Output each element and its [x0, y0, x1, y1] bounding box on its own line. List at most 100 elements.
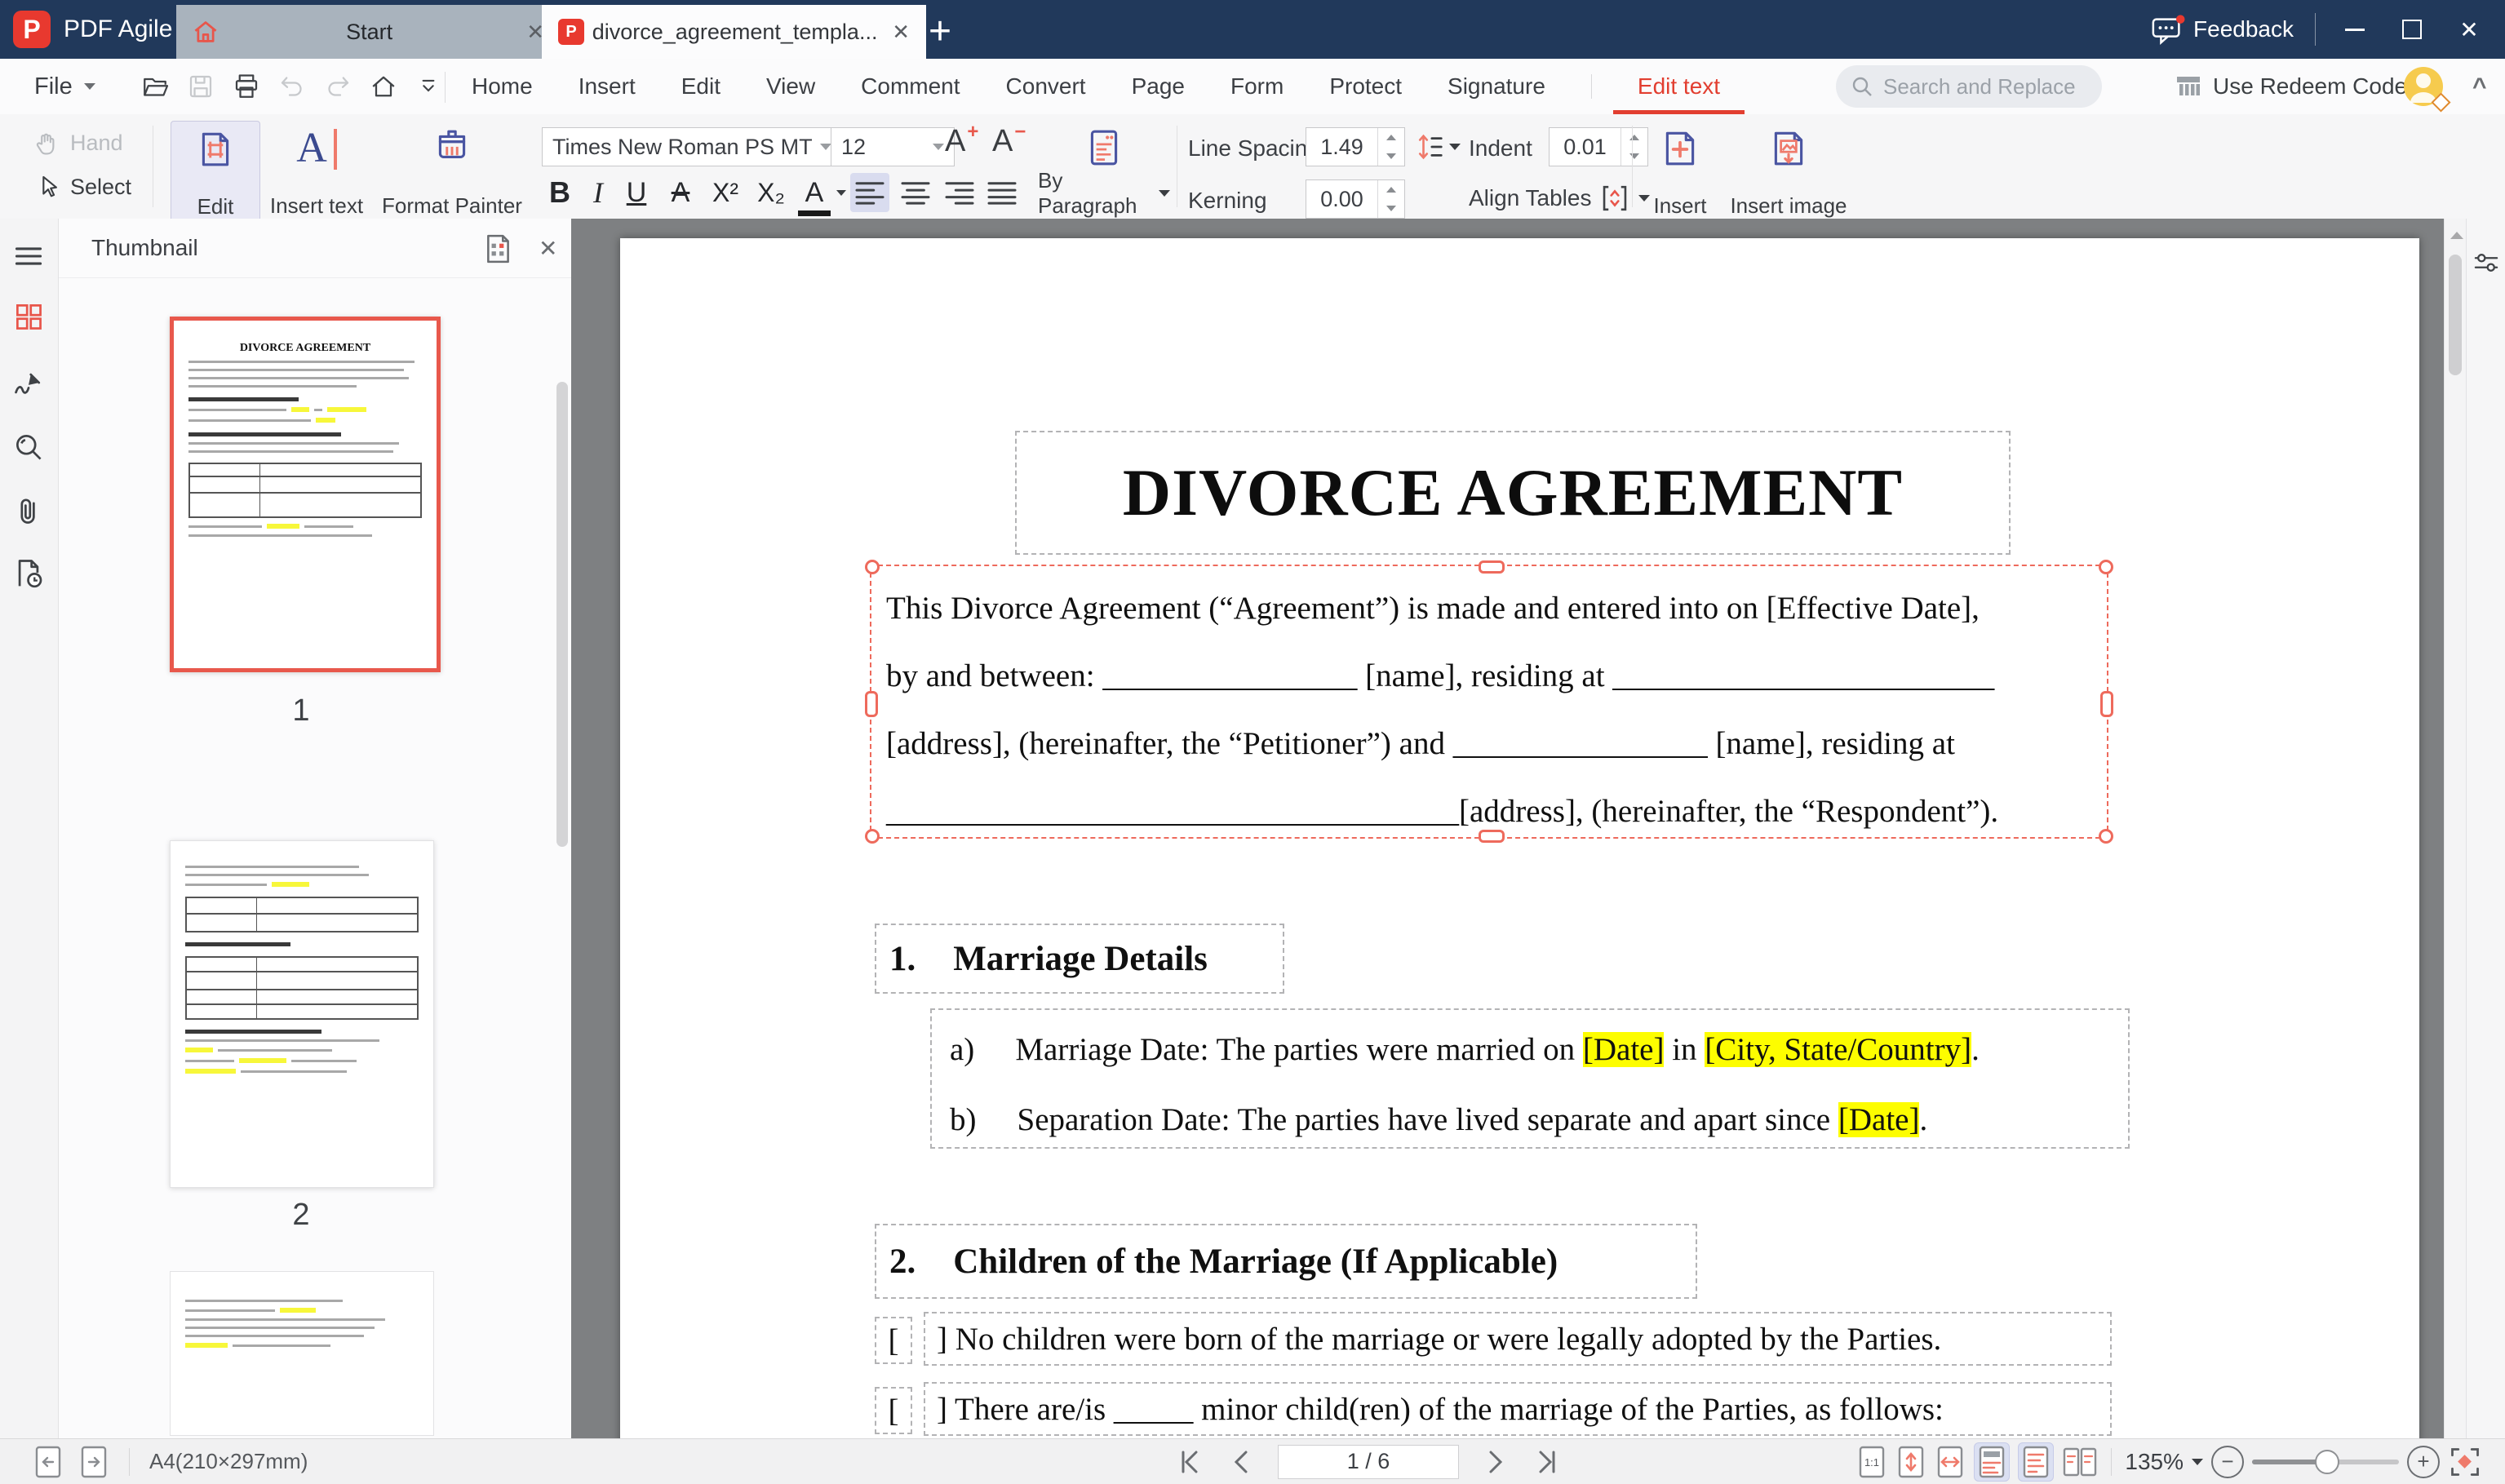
properties-panel-icon[interactable] — [2472, 248, 2501, 277]
selection-handle[interactable] — [1479, 560, 1505, 574]
two-page-view-icon[interactable] — [2062, 1445, 2098, 1479]
search-panel-icon[interactable] — [12, 431, 45, 463]
kerning-arrows[interactable] — [1377, 180, 1404, 218]
insert-text-button[interactable]: A Insert text — [265, 121, 368, 225]
underline-button[interactable]: U — [618, 171, 654, 214]
edit-mode-button[interactable]: Edit — [171, 121, 260, 227]
feedback-button[interactable]: Feedback — [2151, 13, 2294, 46]
home-page-icon[interactable] — [369, 72, 398, 101]
tab-page[interactable]: Page — [1132, 73, 1185, 100]
italic-button[interactable]: I — [584, 171, 612, 214]
tab-document-close-icon[interactable]: ✕ — [892, 20, 910, 45]
align-tables-button[interactable]: Align Tables — [1469, 183, 1651, 214]
shrink-font-button[interactable]: A − — [992, 121, 1026, 159]
pdf-page[interactable]: DIVORCE AGREEMENT This Divorce Agreement… — [620, 238, 2419, 1439]
fit-width-icon[interactable] — [1935, 1445, 1966, 1479]
selection-handle[interactable] — [2099, 560, 2113, 574]
thumbnail-scrollbar[interactable] — [556, 382, 568, 847]
vertical-scrollbar[interactable] — [2444, 219, 2467, 1439]
close-button[interactable]: ✕ — [2451, 11, 2487, 47]
tab-signature[interactable]: Signature — [1448, 73, 1545, 100]
previous-page-icon[interactable] — [1227, 1447, 1257, 1477]
signature-panel-icon[interactable] — [12, 367, 45, 400]
font-size-dropdown[interactable]: 12 — [831, 127, 955, 166]
checkbox1-text-block[interactable]: ] No children were born of the marriage … — [924, 1312, 2112, 1366]
insert-image-button[interactable]: Insert image — [1720, 121, 1857, 225]
hand-tool-button[interactable]: Hand — [34, 129, 123, 157]
last-page-icon[interactable] — [1531, 1447, 1560, 1477]
kerning-stepper[interactable]: 0.00 — [1306, 179, 1405, 219]
grow-font-button[interactable]: A + — [945, 121, 978, 159]
scrollbar-thumb[interactable] — [2449, 255, 2462, 375]
panel-menu-icon[interactable] — [12, 240, 45, 272]
zoom-level-dropdown[interactable]: 135% — [2125, 1449, 2184, 1475]
tab-insert[interactable]: Insert — [579, 73, 636, 100]
font-family-dropdown[interactable]: Times New Roman PS MT — [542, 127, 842, 166]
continuous-scroll-button[interactable] — [1974, 1442, 2011, 1482]
user-avatar[interactable] — [2404, 67, 2451, 113]
file-menu[interactable]: File — [34, 59, 95, 114]
fullscreen-icon[interactable] — [2448, 1445, 2482, 1479]
page-indicator-input[interactable]: 1 / 6 — [1278, 1444, 1459, 1479]
open-file-icon[interactable] — [140, 72, 170, 101]
tab-edit[interactable]: Edit — [681, 73, 720, 100]
collapse-ribbon-button[interactable]: ^ — [2472, 73, 2487, 101]
line-spacing-arrows[interactable] — [1377, 128, 1404, 166]
tab-convert[interactable]: Convert — [1006, 73, 1086, 100]
tab-start[interactable]: Start ✕ — [176, 5, 561, 59]
first-page-icon[interactable] — [1177, 1447, 1206, 1477]
fit-page-icon[interactable] — [1895, 1445, 1926, 1479]
zoom-out-button[interactable]: − — [2211, 1445, 2244, 1478]
print-icon[interactable] — [232, 72, 261, 101]
save-icon[interactable] — [186, 72, 215, 101]
bold-button[interactable]: B — [542, 171, 578, 214]
thumbnail-panel-icon[interactable] — [12, 300, 45, 333]
zoom-slider[interactable] — [2252, 1449, 2399, 1474]
new-tab-button[interactable]: + — [916, 7, 964, 55]
strikethrough-button[interactable]: A — [663, 171, 698, 214]
minimize-button[interactable] — [2337, 11, 2373, 47]
section1-items-block[interactable]: a) Marriage Date: The parties were marri… — [930, 1008, 2130, 1149]
font-color-button[interactable]: A — [798, 175, 831, 216]
checkbox2-bracket-block[interactable]: [ — [875, 1387, 912, 1434]
next-view-icon[interactable] — [78, 1445, 109, 1479]
maximize-button[interactable] — [2394, 11, 2430, 47]
superscript-button[interactable]: X² — [705, 171, 746, 214]
tab-home[interactable]: Home — [472, 73, 533, 100]
selection-handle[interactable] — [865, 560, 880, 574]
attachment-panel-icon[interactable] — [12, 494, 45, 527]
format-painter-button[interactable]: Format Painter — [371, 121, 533, 225]
thumbnail-page-1[interactable]: DIVORCE AGREEMENT — [170, 317, 441, 672]
tab-edit-text-active[interactable]: Edit text — [1612, 73, 1745, 114]
line-spacing-options-button[interactable] — [1417, 132, 1461, 162]
toolbar-collapse-icon[interactable] — [415, 72, 442, 101]
search-and-replace-input[interactable]: Search and Replace — [1836, 65, 2102, 108]
subscript-button[interactable]: X₂ — [751, 171, 791, 214]
selection-handle[interactable] — [2100, 691, 2113, 717]
actual-size-icon[interactable]: 1:1 — [1856, 1445, 1887, 1479]
by-paragraph-button[interactable]: By Paragraph — [1035, 121, 1173, 225]
zoom-in-button[interactable]: + — [2407, 1445, 2440, 1478]
selection-handle[interactable] — [865, 691, 878, 717]
align-left-button[interactable] — [850, 173, 889, 212]
tab-form[interactable]: Form — [1230, 73, 1284, 100]
thumbnail-page-2[interactable] — [170, 840, 434, 1188]
section2-heading-block[interactable]: 2. Children of the Marriage (If Applicab… — [875, 1224, 1697, 1299]
select-tool-button[interactable]: Select — [34, 173, 131, 201]
chevron-down-icon[interactable] — [2192, 1458, 2203, 1465]
document-title-block[interactable]: DIVORCE AGREEMENT — [1015, 431, 2011, 555]
selection-handle[interactable] — [2099, 829, 2113, 844]
thumbnail-panel-close-icon[interactable]: ✕ — [539, 235, 557, 262]
section1-heading-block[interactable]: 1. Marriage Details — [875, 924, 1284, 994]
align-right-button[interactable] — [940, 173, 979, 212]
redo-icon[interactable] — [323, 72, 352, 101]
line-spacing-stepper[interactable]: 1.49 — [1306, 127, 1405, 166]
tab-document[interactable]: P divorce_agreement_templa... ✕ — [542, 5, 926, 59]
thumbnail-page-3[interactable] — [170, 1271, 434, 1436]
thumbnail-layout-icon[interactable] — [483, 233, 514, 264]
tab-protect[interactable]: Protect — [1329, 73, 1402, 100]
font-color-dropdown[interactable] — [834, 171, 849, 214]
scroll-up-icon[interactable] — [2450, 232, 2463, 239]
align-justify-button[interactable] — [982, 173, 1022, 212]
checkbox1-bracket-block[interactable]: [ — [875, 1317, 912, 1364]
